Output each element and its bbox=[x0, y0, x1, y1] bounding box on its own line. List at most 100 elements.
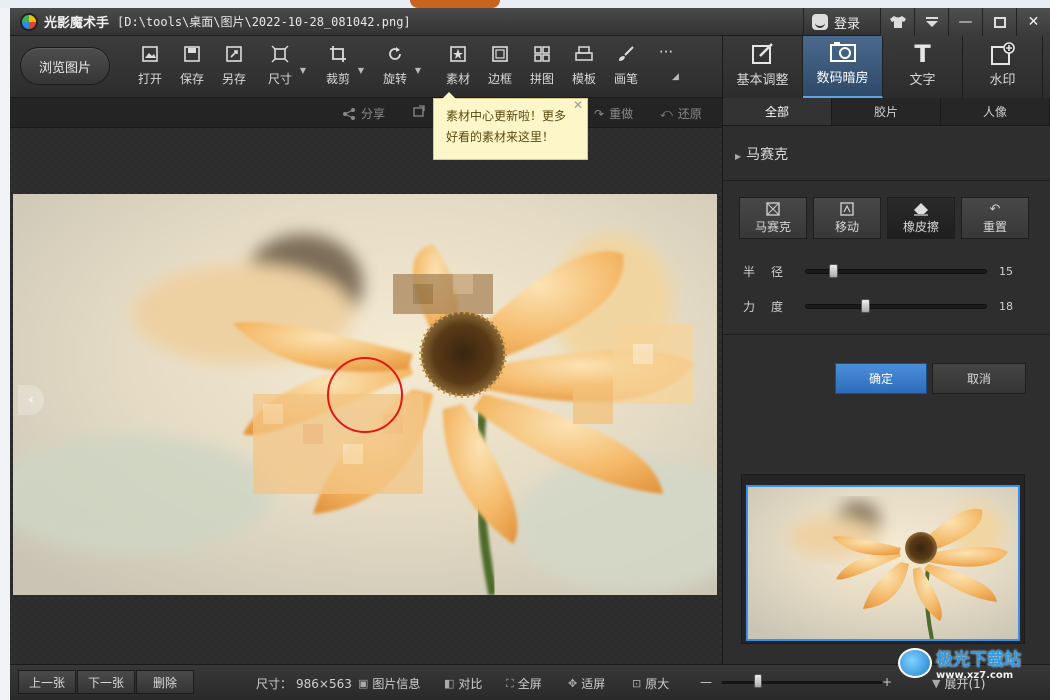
cancel-button[interactable]: 取消 bbox=[932, 363, 1026, 394]
open-label: 打开 bbox=[138, 72, 163, 86]
save-as-button[interactable]: 另存 bbox=[222, 44, 246, 90]
minimize-icon: — bbox=[958, 14, 973, 30]
login-button[interactable]: 登录 bbox=[802, 8, 880, 36]
maximize-button[interactable] bbox=[982, 8, 1016, 36]
browse-images-button[interactable]: 浏览图片 bbox=[20, 47, 110, 85]
eraser-icon bbox=[913, 202, 929, 218]
crop-dropdown-icon[interactable]: ▼ bbox=[358, 66, 364, 75]
delete-button[interactable]: 删除 bbox=[136, 670, 194, 694]
zoom-slider[interactable] bbox=[722, 681, 882, 684]
camera-icon bbox=[829, 37, 856, 67]
zoom-out-button[interactable]: — bbox=[700, 675, 712, 689]
category-tab-portrait[interactable]: 人像 bbox=[941, 98, 1050, 125]
compare-label: 对比 bbox=[458, 677, 483, 691]
edited-photo[interactable] bbox=[13, 194, 717, 595]
close-button[interactable]: ✕ bbox=[1016, 8, 1050, 36]
tab-digital-darkroom[interactable]: 数码暗房 bbox=[803, 36, 883, 98]
redo-icon: ↷ bbox=[594, 106, 605, 121]
title-bar: 光影魔术手 [D:\tools\桌面\图片\2022-10-28_081042.… bbox=[10, 8, 1050, 36]
original-size-icon: ⊡ bbox=[632, 677, 642, 690]
flower-preview-image bbox=[748, 487, 1018, 639]
next-image-button[interactable]: 下一张 bbox=[77, 670, 135, 694]
move-tool-button[interactable]: 移动 bbox=[813, 197, 881, 239]
save-button[interactable]: 保存 bbox=[180, 44, 204, 90]
close-icon: ✕ bbox=[1027, 14, 1040, 30]
mosaic-section-header[interactable]: ▶ 马赛克 bbox=[735, 144, 788, 164]
brush-button[interactable]: 画笔 bbox=[614, 44, 638, 90]
user-face-icon bbox=[811, 14, 828, 30]
reset-tool-button[interactable]: ↶ 重置 bbox=[961, 197, 1029, 239]
size-label: 尺寸： bbox=[256, 677, 293, 691]
login-label: 登录 bbox=[833, 16, 860, 32]
expand-triangle-icon: ▶ bbox=[735, 152, 742, 161]
strength-slider-row: 力度 18 bbox=[743, 296, 1043, 316]
resize-button[interactable]: 尺寸 ▼ bbox=[268, 44, 306, 90]
tab-basic-adjust[interactable]: 基本调整 bbox=[723, 36, 803, 98]
compare-icon: ◧ bbox=[444, 677, 455, 690]
rotate-dropdown-icon[interactable]: ▼ bbox=[415, 66, 421, 75]
preview-thumbnail[interactable] bbox=[746, 485, 1020, 641]
menu-button[interactable] bbox=[914, 8, 948, 36]
skin-button[interactable] bbox=[880, 8, 914, 36]
open-button[interactable]: 打开 bbox=[138, 44, 162, 90]
resize-dropdown-icon[interactable]: ▼ bbox=[300, 66, 306, 75]
radius-slider-thumb[interactable] bbox=[829, 263, 838, 278]
crop-button[interactable]: 裁剪 ▼ bbox=[326, 44, 364, 90]
strength-value: 18 bbox=[999, 299, 1013, 313]
border-button[interactable]: 边框 bbox=[488, 44, 512, 90]
save-as-label: 另存 bbox=[222, 72, 247, 86]
redo-button[interactable]: ↷ 重做 bbox=[594, 105, 633, 122]
template-button[interactable]: 模板 bbox=[572, 44, 596, 90]
crop-label: 裁剪 bbox=[326, 72, 351, 86]
tab-watermark[interactable]: 水印 bbox=[963, 36, 1043, 98]
strength-slider[interactable] bbox=[805, 298, 987, 313]
collage-button[interactable]: 拼图 bbox=[530, 44, 554, 90]
tab-text-label: 文字 bbox=[909, 73, 936, 88]
image-info-label: 图片信息 bbox=[372, 677, 421, 691]
image-info-button[interactable]: ▣ 图片信息 bbox=[358, 675, 420, 692]
confirm-button[interactable]: 确定 bbox=[835, 363, 927, 394]
watermark-url: www.xz7.com bbox=[936, 670, 1014, 681]
category-tab-film[interactable]: 胶片 bbox=[832, 98, 941, 125]
redo-label: 重做 bbox=[609, 107, 634, 121]
previous-image-button[interactable]: 上一张 bbox=[18, 670, 76, 694]
fullscreen-button[interactable]: ⛶ 全屏 bbox=[506, 675, 542, 692]
rotate-button[interactable]: 旋转 ▼ bbox=[383, 44, 421, 90]
radius-value: 15 bbox=[999, 264, 1013, 278]
share-label: 分享 bbox=[361, 107, 386, 121]
tooltip-close-icon[interactable]: ✕ bbox=[573, 98, 583, 112]
compare-button[interactable]: ◧ 对比 bbox=[444, 675, 482, 692]
tab-text[interactable]: T 文字 bbox=[883, 36, 963, 98]
radius-slider[interactable] bbox=[805, 263, 987, 278]
materials-label: 素材 bbox=[446, 72, 471, 86]
share-button[interactable]: 分享 bbox=[342, 105, 385, 122]
zoom-in-button[interactable]: + bbox=[882, 675, 892, 689]
zoom-slider-thumb[interactable] bbox=[754, 674, 762, 688]
border-icon bbox=[490, 44, 510, 64]
crop-icon bbox=[328, 44, 348, 64]
fullscreen-label: 全屏 bbox=[517, 677, 542, 691]
preview-frame bbox=[741, 474, 1025, 644]
main-toolbar: 浏览图片 打开 保存 另存 尺寸 ▼ 裁剪 ▼ 旋转 ▼ 素材 边框 拼图 模板 bbox=[10, 36, 722, 98]
category-tabs: 全部 胶片 人像 bbox=[723, 98, 1050, 126]
original-size-button[interactable]: ⊡ 原大 bbox=[632, 675, 669, 692]
eraser-tool-button[interactable]: 橡皮擦 bbox=[887, 197, 955, 239]
export-button[interactable] bbox=[413, 105, 425, 117]
strength-slider-thumb[interactable] bbox=[861, 298, 871, 313]
tab-watermark-label: 水印 bbox=[989, 73, 1016, 88]
toolbar-expand-icon[interactable]: ◢ bbox=[672, 72, 679, 82]
image-canvas[interactable]: ‹ bbox=[10, 128, 722, 664]
watermark-name: 极光下载站 bbox=[936, 650, 1021, 670]
rotate-icon bbox=[385, 44, 405, 64]
sub-toolbar: 分享 ↷ 重做 ⤺ 还原 bbox=[10, 98, 722, 128]
minimize-button[interactable]: — bbox=[948, 8, 982, 36]
materials-button[interactable]: 素材 bbox=[446, 44, 470, 90]
materials-tooltip: 素材中心更新啦！更多好看的素材来这里！ ✕ bbox=[433, 92, 588, 160]
menu-down-icon bbox=[925, 17, 938, 27]
mosaic-tool-button[interactable]: 马赛克 bbox=[739, 197, 807, 239]
site-watermark: 极光下载站 www.xz7.com bbox=[898, 645, 1021, 681]
restore-button[interactable]: ⤺ 还原 bbox=[660, 105, 702, 122]
resize-label: 尺寸 bbox=[268, 72, 293, 86]
fit-screen-button[interactable]: ✥ 适屏 bbox=[568, 675, 605, 692]
category-tab-all[interactable]: 全部 bbox=[723, 98, 832, 125]
